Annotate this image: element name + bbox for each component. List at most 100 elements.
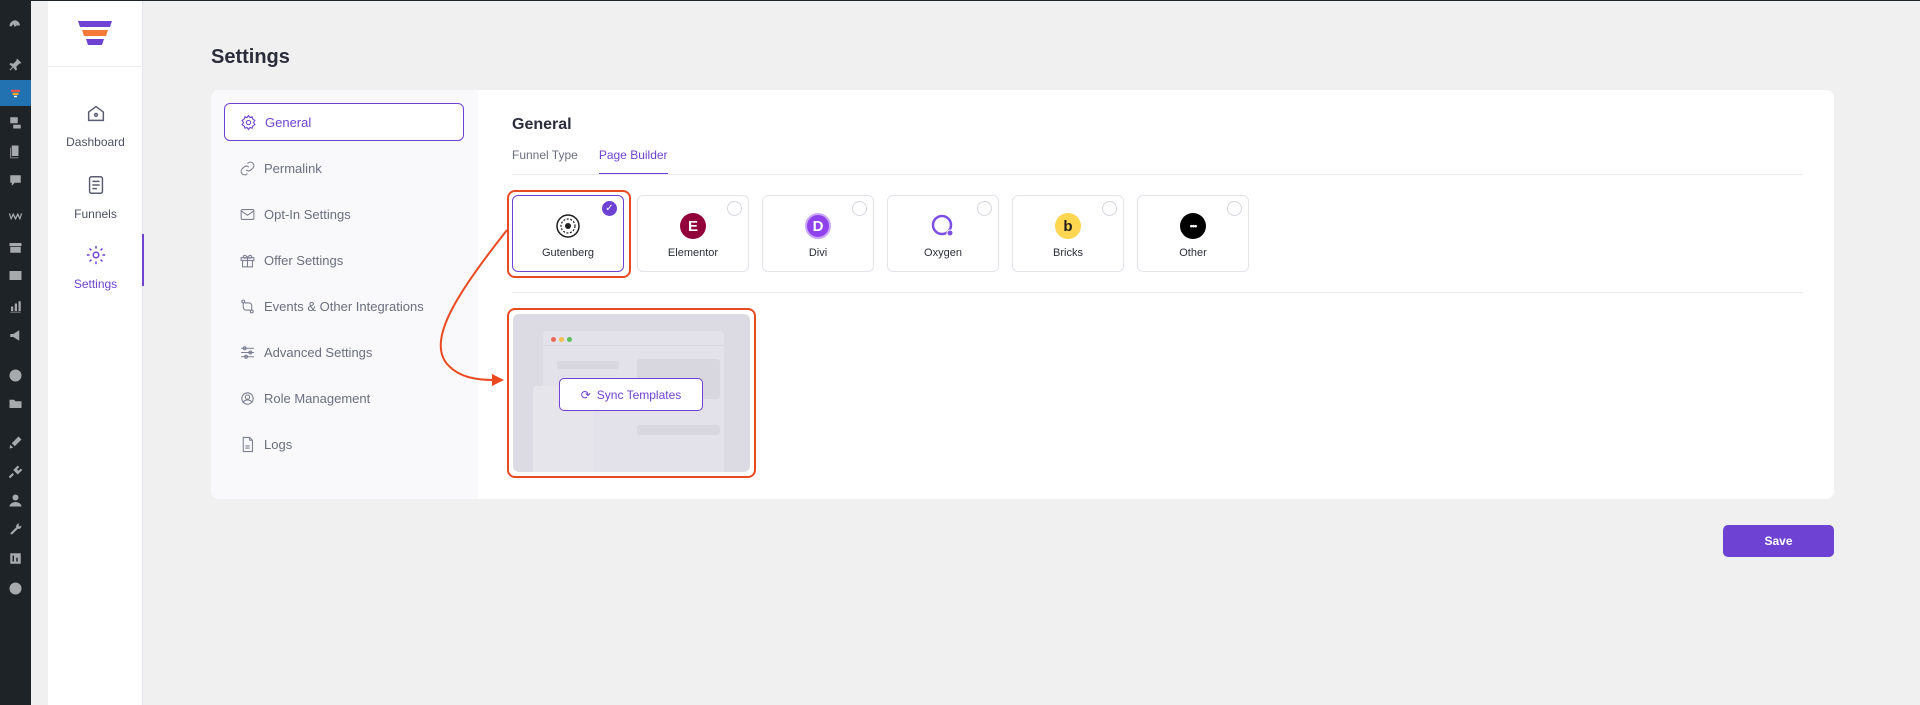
- builder-label: Oxygen: [924, 247, 962, 259]
- radio-button[interactable]: [977, 201, 992, 216]
- menu-item-label: Offer Settings: [264, 252, 344, 268]
- elementor-logo-icon: E: [680, 213, 706, 239]
- menu-item-permalink[interactable]: Permalink: [224, 149, 464, 187]
- sync-templates-button[interactable]: ⟳ Sync Templates: [559, 378, 703, 411]
- builder-option-other[interactable]: ••• Other: [1137, 195, 1249, 272]
- elementor-icon[interactable]: [7, 367, 24, 384]
- page-title: Settings: [211, 46, 290, 68]
- menu-item-label: Opt-In Settings: [264, 206, 351, 222]
- tools-icon[interactable]: [7, 521, 24, 538]
- menu-item-role-management[interactable]: Role Management: [224, 379, 464, 417]
- woo-icon[interactable]: [7, 208, 24, 225]
- collapse-icon[interactable]: [7, 580, 24, 597]
- payments-icon[interactable]: [7, 267, 24, 284]
- marketing-icon[interactable]: [7, 327, 24, 344]
- media-icon[interactable]: [7, 114, 24, 131]
- window-dot: [559, 337, 564, 342]
- sliders-icon: [238, 343, 256, 361]
- appearance-icon[interactable]: [7, 434, 24, 451]
- builder-label: Other: [1179, 247, 1207, 259]
- radio-button[interactable]: [1102, 201, 1117, 216]
- pages-icon[interactable]: [7, 143, 24, 160]
- nav-funnels[interactable]: Funnels: [48, 174, 143, 230]
- sync-icon: ⟳: [580, 387, 591, 402]
- window-rule: [543, 345, 724, 346]
- dashboard-home-icon: [85, 102, 107, 129]
- envelope-icon: [238, 205, 256, 223]
- window-dot: [551, 337, 556, 342]
- plugins-icon[interactable]: [7, 463, 24, 480]
- funnel-logo-icon[interactable]: [77, 21, 113, 49]
- divi-logo-icon: D: [805, 213, 831, 239]
- gutenberg-logo-icon: [555, 213, 581, 239]
- builder-label: Elementor: [667, 247, 719, 259]
- builder-option-divi[interactable]: D Divi: [762, 195, 874, 272]
- settings-menu: General Permalink Opt-In Settings Offer …: [211, 90, 478, 499]
- window-dot: [567, 337, 572, 342]
- radio-button[interactable]: [1227, 201, 1242, 216]
- builder-option-gutenberg[interactable]: ✓ Gutenberg: [512, 195, 624, 272]
- nav-settings-label: Settings: [73, 277, 118, 291]
- products-icon[interactable]: [7, 239, 24, 256]
- page-builder-options: ✓ Gutenberg E Elementor D Divi Oxygen b …: [512, 195, 1262, 272]
- users-icon[interactable]: [7, 492, 24, 509]
- analytics-icon[interactable]: [7, 298, 24, 315]
- radio-button[interactable]: [852, 201, 867, 216]
- top-border: [0, 0, 1920, 1]
- comments-icon[interactable]: [7, 172, 24, 189]
- menu-item-offer[interactable]: Offer Settings: [224, 241, 464, 279]
- nav-dashboard[interactable]: Dashboard: [48, 102, 143, 158]
- menu-item-integrations[interactable]: Events & Other Integrations: [224, 287, 464, 325]
- settings-admin-icon[interactable]: [7, 550, 24, 567]
- pin-icon[interactable]: [7, 56, 24, 73]
- builder-label: Bricks: [1053, 247, 1083, 259]
- builder-option-oxygen[interactable]: Oxygen: [887, 195, 999, 272]
- funnels-document-icon: [85, 174, 107, 201]
- tabs: Funnel Type Page Builder: [512, 148, 689, 175]
- radio-button[interactable]: [727, 201, 742, 216]
- preview-bar: [557, 361, 619, 369]
- builder-option-bricks[interactable]: b Bricks: [1012, 195, 1124, 272]
- builder-label: Divi: [808, 247, 828, 259]
- dashboard-icon[interactable]: [7, 17, 24, 34]
- preview-bar: [637, 425, 720, 435]
- sync-templates-label: Sync Templates: [596, 387, 682, 402]
- menu-item-label: Permalink: [264, 160, 322, 176]
- integrations-icon: [238, 297, 256, 315]
- tab-page-builder[interactable]: Page Builder: [598, 148, 668, 175]
- menu-item-logs[interactable]: Logs: [224, 425, 464, 463]
- builder-option-elementor[interactable]: E Elementor: [637, 195, 749, 272]
- nav-settings[interactable]: Settings: [48, 234, 144, 300]
- menu-item-label: Advanced Settings: [264, 344, 373, 360]
- tab-funnel-type[interactable]: Funnel Type: [512, 148, 578, 175]
- settings-card: General Permalink Opt-In Settings Offer …: [211, 90, 1834, 499]
- menu-item-opt-in[interactable]: Opt-In Settings: [224, 195, 464, 233]
- menu-item-advanced[interactable]: Advanced Settings: [224, 333, 464, 371]
- menu-item-label: Logs: [264, 436, 293, 452]
- builders-divider: [512, 292, 1803, 293]
- check-icon: ✓: [602, 201, 617, 216]
- template-preview: ⟳ Sync Templates: [513, 314, 750, 472]
- builder-label: Gutenberg: [542, 247, 594, 259]
- plugin-sidebar: Dashboard Funnels Settings: [48, 1, 144, 705]
- file-icon: [238, 435, 256, 453]
- gift-icon: [238, 251, 256, 269]
- general-content: General Funnel Type Page Builder ✓ Guten…: [478, 90, 1834, 499]
- tabs-divider: [512, 174, 1803, 175]
- oxygen-logo-icon: [930, 213, 956, 239]
- link-icon: [238, 159, 256, 177]
- save-button[interactable]: Save: [1723, 525, 1834, 557]
- nav-funnels-label: Funnels: [74, 207, 117, 221]
- wp-admin-sidebar: [0, 0, 31, 705]
- logo-divider: [48, 66, 143, 67]
- settings-gear-icon: [85, 244, 107, 271]
- menu-item-label: Events & Other Integrations: [264, 298, 424, 314]
- section-title: General: [512, 116, 572, 133]
- more-dots-icon: •••: [1180, 213, 1206, 239]
- folder-icon[interactable]: [7, 395, 24, 412]
- menu-item-label: General: [265, 114, 312, 130]
- bricks-logo-icon: b: [1055, 213, 1081, 239]
- funnel-plugin-icon[interactable]: [0, 80, 31, 106]
- gear-icon: [239, 113, 257, 131]
- menu-item-general[interactable]: General: [224, 103, 464, 141]
